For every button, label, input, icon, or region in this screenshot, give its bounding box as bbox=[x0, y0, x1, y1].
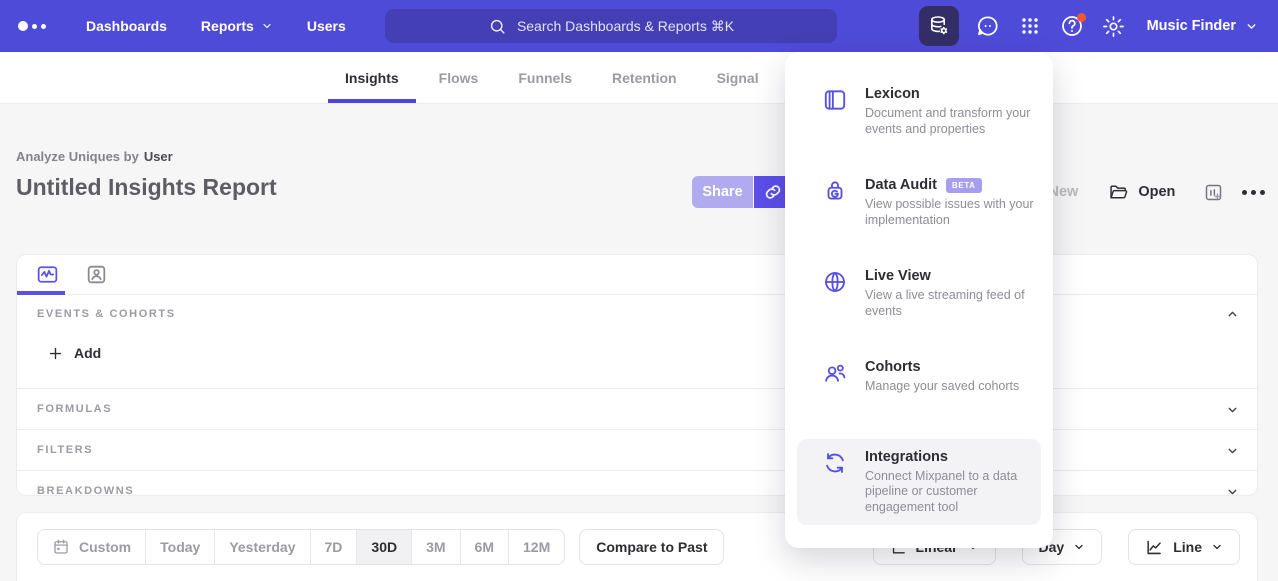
share-button[interactable]: Share bbox=[692, 176, 753, 208]
analysis-subtitle: Analyze Uniques byUser bbox=[16, 149, 173, 164]
search-placeholder: Search Dashboards & Reports ⌘K bbox=[517, 18, 734, 35]
line-chart-icon bbox=[1145, 538, 1164, 557]
range-custom[interactable]: Custom bbox=[38, 529, 145, 565]
section-events-cohorts: EVENTS & COHORTS bbox=[17, 295, 1257, 333]
person-card-icon bbox=[84, 262, 109, 287]
collapse-section-button[interactable] bbox=[1226, 308, 1239, 321]
tab-flows[interactable]: Flows bbox=[419, 52, 499, 103]
top-navigation-bar: Dashboards Reports Users Search Dashboar… bbox=[0, 0, 1278, 52]
menu-item-cohorts[interactable]: Cohorts Manage your saved cohorts bbox=[797, 349, 1041, 405]
chevron-down-icon bbox=[1211, 541, 1223, 553]
section-breakdowns[interactable]: BREAKDOWNS bbox=[17, 470, 1257, 511]
menu-item-live-view[interactable]: Live View View a live streaming feed of … bbox=[797, 258, 1041, 329]
search-icon bbox=[488, 17, 507, 36]
cohorts-people-icon bbox=[822, 360, 848, 386]
chevron-down-icon bbox=[1226, 403, 1239, 416]
chevron-down-icon bbox=[1245, 20, 1258, 33]
menu-item-data-audit[interactable]: Data Audit BETA View possible issues wit… bbox=[797, 167, 1041, 238]
data-management-menu: Lexicon Document and transform your even… bbox=[785, 52, 1053, 548]
ellipsis-icon bbox=[1242, 190, 1247, 195]
date-range-selector: Custom Today Yesterday 7D 30D 3M 6M 12M bbox=[37, 529, 565, 565]
calendar-icon bbox=[52, 538, 70, 556]
database-gear-icon bbox=[927, 14, 951, 38]
page-title[interactable]: Untitled Insights Report bbox=[16, 174, 277, 201]
settings-button[interactable] bbox=[1097, 9, 1131, 43]
data-management-button[interactable] bbox=[919, 6, 959, 46]
integrations-sync-icon bbox=[822, 450, 848, 476]
range-7d[interactable]: 7D bbox=[310, 529, 357, 565]
mixpanel-logo-icon[interactable] bbox=[18, 21, 52, 31]
section-filters[interactable]: FILTERS bbox=[17, 429, 1257, 470]
tab-users-view[interactable] bbox=[84, 262, 109, 287]
tab-funnels[interactable]: Funnels bbox=[498, 52, 592, 103]
board-add-icon bbox=[1203, 182, 1224, 203]
apps-grid-button[interactable] bbox=[1013, 9, 1047, 43]
lexicon-icon bbox=[822, 87, 848, 113]
add-to-dashboard-button[interactable] bbox=[1203, 182, 1224, 203]
link-icon bbox=[763, 182, 783, 202]
compare-to-past-button[interactable]: Compare to Past bbox=[579, 529, 724, 565]
events-add-row: Add bbox=[17, 333, 1257, 373]
plus-icon bbox=[48, 346, 63, 361]
query-builder-card: EVENTS & COHORTS Add FORMULAS FILTERS BR… bbox=[16, 254, 1258, 496]
add-event-button[interactable]: Add bbox=[48, 345, 101, 361]
feedback-button[interactable] bbox=[971, 9, 1005, 43]
range-12m[interactable]: 12M bbox=[508, 529, 564, 565]
chart-type-dropdown[interactable]: Line bbox=[1128, 529, 1240, 565]
tab-metrics-view[interactable] bbox=[35, 262, 60, 287]
app-window: Dashboards Reports Users Search Dashboar… bbox=[0, 0, 1278, 581]
more-options-button[interactable] bbox=[1242, 176, 1265, 208]
chat-bubble-icon bbox=[975, 13, 1001, 39]
help-button[interactable] bbox=[1055, 9, 1089, 43]
section-formulas[interactable]: FORMULAS bbox=[17, 388, 1257, 429]
menu-item-lexicon[interactable]: Lexicon Document and transform your even… bbox=[797, 76, 1041, 147]
share-button-group: Share bbox=[692, 176, 792, 208]
data-audit-icon bbox=[822, 178, 848, 204]
chevron-down-icon bbox=[1073, 541, 1085, 553]
nav-dashboards[interactable]: Dashboards bbox=[86, 18, 167, 34]
folder-icon bbox=[1108, 182, 1129, 203]
gear-icon bbox=[1101, 14, 1126, 39]
tab-retention[interactable]: Retention bbox=[592, 52, 697, 103]
range-3m[interactable]: 3M bbox=[411, 529, 459, 565]
chevron-up-icon bbox=[1226, 308, 1239, 321]
tab-insights[interactable]: Insights bbox=[325, 52, 419, 103]
range-today[interactable]: Today bbox=[145, 529, 214, 565]
nav-users[interactable]: Users bbox=[307, 18, 346, 34]
range-30d[interactable]: 30D bbox=[356, 529, 411, 565]
workspace-selector[interactable]: Music Finder bbox=[1139, 18, 1266, 34]
beta-badge: BETA bbox=[946, 178, 982, 193]
analysis-entity[interactable]: User bbox=[144, 149, 173, 164]
report-tabs: Insights Flows Funnels Retention Signal … bbox=[0, 52, 1278, 104]
report-actions: + New Open bbox=[1036, 176, 1265, 208]
search-input[interactable]: Search Dashboards & Reports ⌘K bbox=[385, 9, 837, 43]
builder-view-tabs bbox=[17, 255, 1257, 295]
chevron-down-icon bbox=[1226, 485, 1239, 498]
menu-item-integrations[interactable]: Integrations Connect Mixpanel to a data … bbox=[797, 439, 1041, 526]
grid-dots-icon bbox=[1018, 14, 1042, 38]
tab-signal[interactable]: Signal bbox=[697, 52, 779, 103]
nav-reports[interactable]: Reports bbox=[201, 18, 273, 34]
open-report-button[interactable]: Open bbox=[1108, 182, 1175, 203]
chevron-down-icon bbox=[261, 20, 273, 32]
range-yesterday[interactable]: Yesterday bbox=[214, 529, 309, 565]
notification-dot bbox=[1077, 13, 1086, 22]
live-view-globe-icon bbox=[822, 269, 848, 295]
active-tab-underline bbox=[17, 291, 65, 295]
chart-pulse-icon bbox=[35, 262, 60, 287]
range-6m[interactable]: 6M bbox=[460, 529, 508, 565]
chevron-down-icon bbox=[1226, 444, 1239, 457]
time-controls-card: Custom Today Yesterday 7D 30D 3M 6M 12M … bbox=[16, 512, 1258, 581]
